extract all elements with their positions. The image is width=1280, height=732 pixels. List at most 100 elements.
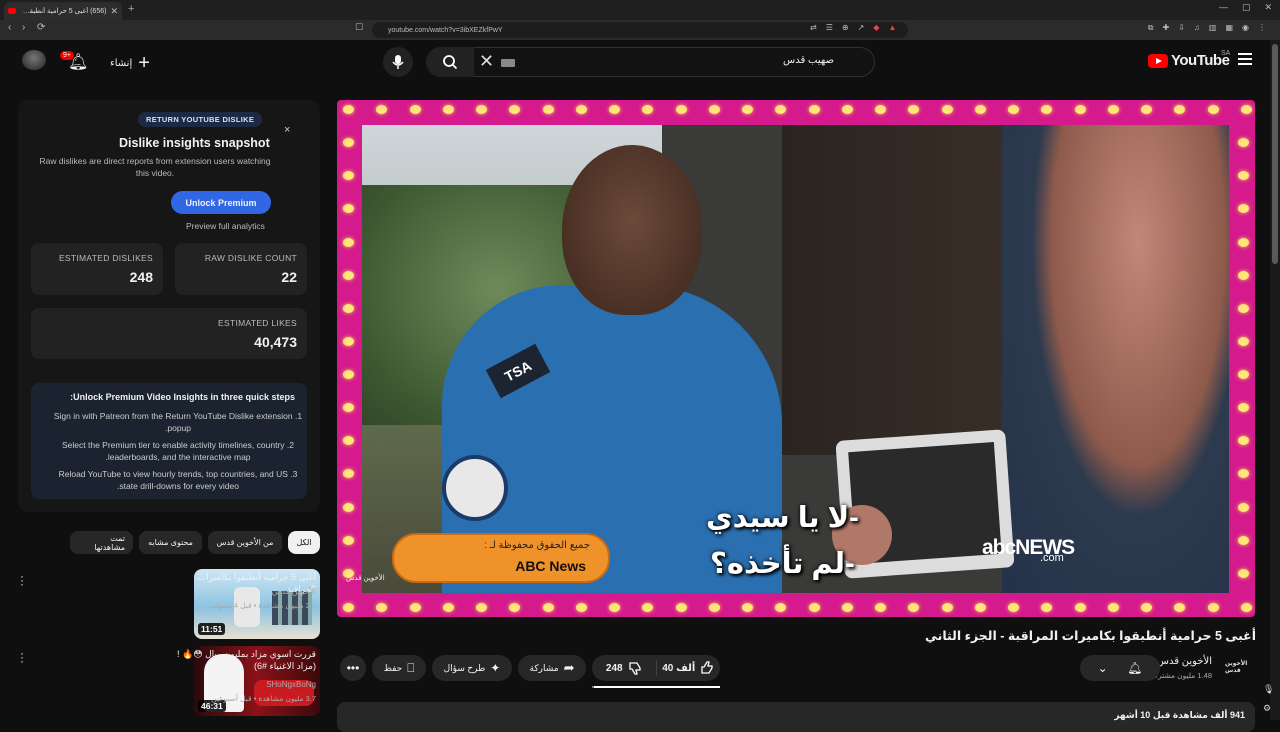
- extensions-icon[interactable]: ⧉: [1148, 23, 1154, 33]
- marquee-bulb: [941, 105, 953, 114]
- keyboard-icon[interactable]: [501, 59, 515, 67]
- copyright-source: ABC News: [515, 558, 586, 574]
- search-button[interactable]: [426, 47, 474, 77]
- clear-search-icon[interactable]: ✕: [479, 51, 494, 72]
- search-value: صهيب قدس: [783, 55, 834, 66]
- marquee-bulb: [343, 105, 354, 114]
- new-tab-button[interactable]: +: [128, 3, 134, 15]
- more-options-button[interactable]: •••: [340, 655, 366, 681]
- like-button[interactable]: 40 ألف: [657, 661, 721, 675]
- marquee-bulb: [343, 403, 354, 413]
- download-icon[interactable]: ⇩: [1178, 23, 1185, 33]
- marquee-bulb: [908, 105, 920, 114]
- address-bar-icons: ⇄ ☰ ⊕ ↗ ◆ ▲: [810, 23, 896, 32]
- marquee-bulb: [675, 603, 687, 612]
- rec-title[interactable]: قررت اسوي مزاد بمليون ريال 😳🔥 ! (مزاد ال…: [166, 648, 316, 672]
- ask-button[interactable]: طرح سؤال ✦: [432, 655, 512, 681]
- avatar[interactable]: [22, 50, 46, 70]
- marquee-bulb: [442, 105, 454, 114]
- preview-analytics-link[interactable]: Preview full analytics: [186, 221, 265, 231]
- close-panel-button[interactable]: ×: [284, 124, 290, 136]
- minimize-button[interactable]: —: [1219, 2, 1228, 13]
- close-tab-icon[interactable]: ✕: [110, 6, 118, 17]
- extension-triangle-icon[interactable]: ▲: [888, 23, 896, 32]
- search-input[interactable]: صهيب قدس ✕: [473, 47, 875, 77]
- browser-tab[interactable]: (656) أغبى 5 حرامية أنطبقوا ... ✕: [4, 2, 122, 20]
- rec-channel[interactable]: الأخوين قدس: [272, 587, 316, 596]
- marquee-bulb: [642, 603, 654, 612]
- split-icon[interactable]: ▦: [1225, 23, 1233, 33]
- bookmark-save-icon: ⎕: [407, 660, 415, 675]
- marquee-bulb: [1074, 105, 1086, 114]
- chip-from-channel[interactable]: من الأخوين قدس: [208, 531, 282, 554]
- search-icon: [443, 55, 458, 70]
- marquee-bulb: [1041, 105, 1053, 114]
- marquee-bulb: [875, 603, 887, 612]
- save-button[interactable]: حفظ ⎕: [372, 655, 426, 681]
- reload-button[interactable]: ⟳: [37, 22, 45, 33]
- stat-label: ESTIMATED LIKES: [218, 318, 297, 328]
- marquee-bulb: [1207, 105, 1219, 114]
- zoom-icon[interactable]: ⊕: [842, 23, 849, 32]
- translate-icon[interactable]: ⇄: [810, 23, 817, 32]
- share-page-icon[interactable]: ↗: [858, 23, 865, 32]
- subscribed-button[interactable]: ⌄ 🔔︎: [1080, 655, 1160, 681]
- marquee-bulb: [1238, 568, 1249, 578]
- music-icon[interactable]: ♫: [1194, 23, 1200, 33]
- maximize-button[interactable]: ▢: [1242, 2, 1251, 13]
- bell-icon: 🔔︎: [1127, 661, 1143, 675]
- chip-related[interactable]: محتوى مشابه: [139, 531, 202, 554]
- microphone-icon: [392, 55, 404, 69]
- marquee-bulb: [343, 204, 354, 214]
- reader-icon[interactable]: ☰: [826, 23, 833, 32]
- side-mic-icon[interactable]: 🎙︎: [1263, 684, 1274, 695]
- unlock-premium-button[interactable]: Unlock Premium: [171, 191, 271, 214]
- bookmark-icon[interactable]: ☐: [355, 22, 363, 33]
- stat-value: 248: [129, 269, 153, 285]
- share-button[interactable]: مشاركة ➦: [518, 655, 586, 681]
- puzzle-icon[interactable]: ✚: [1162, 23, 1169, 33]
- marquee-bulb: [908, 603, 920, 612]
- youtube-logo[interactable]: YouTube: [1148, 52, 1230, 69]
- profile-icon[interactable]: ◉: [1242, 23, 1249, 33]
- rec-channel[interactable]: SHoNgxBoNg: [266, 680, 316, 689]
- marquee-bulb: [409, 603, 421, 612]
- marquee-bulb: [409, 105, 421, 114]
- copyright-banner: جميع الحقوق محفوظة لـ : ABC News: [392, 533, 610, 583]
- forward-button[interactable]: ›: [22, 22, 25, 33]
- description-box[interactable]: 941 ألف مشاهدة قبل 10 أشهر: [337, 702, 1255, 732]
- thumbs-down-icon: [628, 662, 641, 675]
- marquee-bulb: [1238, 138, 1249, 148]
- video-title: أغبى 5 حرامية أنطبقوا بكاميرات المراقبة …: [924, 629, 1256, 643]
- marquee-bulb: [609, 105, 621, 114]
- chip-all[interactable]: الكل: [288, 531, 320, 554]
- sidebar-icon[interactable]: ▥: [1209, 23, 1217, 33]
- plus-icon: +: [138, 52, 150, 74]
- more-actions-icon[interactable]: · · ·: [20, 647, 24, 667]
- settings-icon[interactable]: ⋮: [1258, 23, 1266, 33]
- side-settings-icon[interactable]: ⚙: [1263, 703, 1271, 714]
- close-window-button[interactable]: ✕: [1264, 2, 1272, 13]
- marquee-bulb: [1238, 403, 1249, 413]
- marquee-bulb: [575, 603, 587, 612]
- marquee-bulb: [742, 105, 754, 114]
- reporter-figure: [1002, 125, 1229, 593]
- window-controls: — ▢ ✕: [1219, 2, 1272, 13]
- dislike-button[interactable]: 248: [592, 661, 656, 675]
- back-button[interactable]: ‹: [8, 22, 11, 33]
- chip-watched[interactable]: تمت مشاهدتها: [70, 531, 133, 554]
- extension-shield-icon[interactable]: ◆: [873, 23, 879, 32]
- menu-icon[interactable]: [1238, 53, 1252, 65]
- marquee-bulb: [1238, 336, 1249, 346]
- marquee-bulb: [1238, 469, 1249, 479]
- create-button[interactable]: إنشاء +: [110, 52, 150, 75]
- marquee-bulb: [343, 502, 354, 512]
- more-actions-icon[interactable]: · · ·: [20, 570, 24, 590]
- marquee-bulb: [1008, 603, 1020, 612]
- voice-search-button[interactable]: [383, 47, 413, 77]
- scrollbar-thumb[interactable]: [1272, 44, 1278, 264]
- subscriber-count: 1.48 مليون مشترك: [1151, 671, 1212, 680]
- marquee-bulb: [974, 105, 986, 114]
- marquee-bulb: [542, 603, 554, 612]
- channel-logo[interactable]: الأخوين قدس: [1225, 656, 1255, 678]
